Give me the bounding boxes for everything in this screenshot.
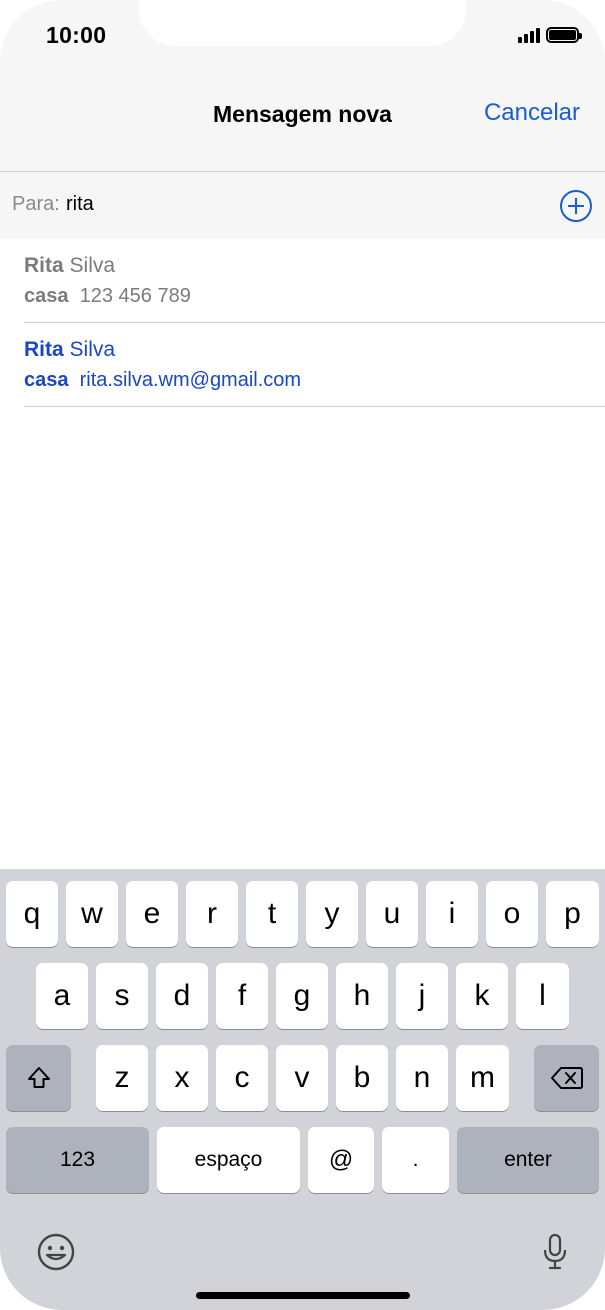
add-contact-button[interactable] (560, 190, 592, 222)
contact-type: casa (24, 369, 69, 391)
notch (139, 0, 466, 46)
key-k[interactable]: k (456, 963, 508, 1029)
status-icons (518, 25, 582, 45)
shift-key[interactable] (6, 1045, 71, 1111)
cancel-button[interactable]: Cancelar (484, 99, 580, 127)
contact-first-name: Rita (24, 338, 64, 361)
dot-key[interactable]: . (382, 1127, 449, 1193)
delete-key[interactable] (534, 1045, 599, 1111)
key-f[interactable]: f (216, 963, 268, 1029)
contact-name: Rita Silva (24, 254, 115, 278)
key-y[interactable]: y (306, 881, 358, 947)
microphone-button[interactable] (535, 1230, 575, 1274)
keyboard: q w e r t y u i o p a s d f g h j k l z … (0, 869, 605, 1310)
contact-value: rita.silva.wm@gmail.com (79, 369, 302, 391)
key-t[interactable]: t (246, 881, 298, 947)
status-time: 10:00 (46, 22, 107, 48)
space-key[interactable]: espaço (157, 1127, 300, 1193)
microphone-icon (543, 1233, 567, 1270)
key-l[interactable]: l (516, 963, 569, 1029)
contact-name: Rita Silva (24, 338, 115, 362)
key-b[interactable]: b (336, 1045, 388, 1111)
contact-first-name: Rita (24, 254, 64, 277)
at-key[interactable]: @ (308, 1127, 374, 1193)
key-r[interactable]: r (186, 881, 238, 947)
key-x[interactable]: x (156, 1045, 208, 1111)
key-p[interactable]: p (546, 881, 599, 947)
key-c[interactable]: c (216, 1045, 268, 1111)
contact-last-name: Silva (69, 338, 116, 361)
key-a[interactable]: a (36, 963, 88, 1029)
key-s[interactable]: s (96, 963, 148, 1029)
numbers-key[interactable]: 123 (6, 1127, 149, 1193)
divider (24, 406, 605, 407)
header-area: 10:00 Mensagem nova Cancelar (0, 0, 605, 172)
battery-icon (546, 27, 582, 43)
contact-last-name: Silva (69, 254, 116, 277)
contact-detail: casa 123 456 789 (24, 285, 191, 308)
contact-value: 123 456 789 (79, 285, 191, 307)
contact-detail: casa rita.silva.wm@gmail.com (24, 369, 301, 392)
key-o[interactable]: o (486, 881, 538, 947)
key-j[interactable]: j (396, 963, 448, 1029)
key-g[interactable]: g (276, 963, 328, 1029)
to-label: Para: (12, 193, 60, 215)
home-indicator[interactable] (196, 1292, 410, 1299)
key-d[interactable]: d (156, 963, 208, 1029)
key-u[interactable]: u (366, 881, 418, 947)
key-q[interactable]: q (6, 881, 58, 947)
contact-suggestion[interactable]: Rita Silva casa 123 456 789 (0, 239, 605, 323)
signal-icon (518, 27, 540, 43)
key-v[interactable]: v (276, 1045, 328, 1111)
shift-icon (27, 1067, 50, 1088)
key-w[interactable]: w (66, 881, 118, 947)
key-z[interactable]: z (96, 1045, 148, 1111)
emoji-icon (37, 1233, 75, 1271)
to-input[interactable] (66, 188, 526, 220)
delete-icon (550, 1067, 583, 1089)
enter-key[interactable]: enter (457, 1127, 599, 1193)
contact-suggestion[interactable]: Rita Silva casa rita.silva.wm@gmail.com (0, 323, 605, 407)
phone-screen: 10:00 Mensagem nova Cancelar Para: Rita … (0, 0, 605, 1310)
contact-type: casa (24, 285, 69, 307)
emoji-button[interactable] (34, 1230, 78, 1274)
key-e[interactable]: e (126, 881, 178, 947)
key-n[interactable]: n (396, 1045, 448, 1111)
key-h[interactable]: h (336, 963, 388, 1029)
key-i[interactable]: i (426, 881, 478, 947)
key-m[interactable]: m (456, 1045, 509, 1111)
